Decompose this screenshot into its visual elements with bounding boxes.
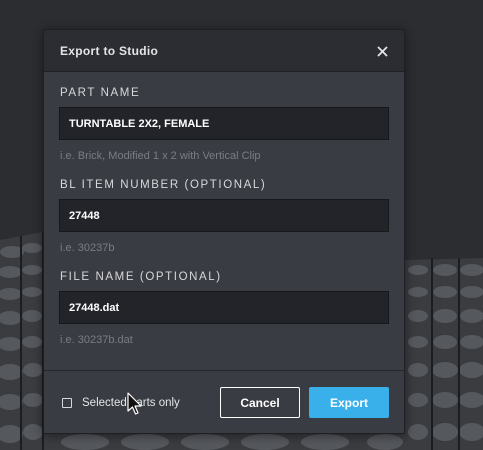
close-button[interactable] <box>372 41 392 61</box>
export-to-studio-dialog: Export to Studio PART NAME i.e. Brick, M… <box>43 29 405 434</box>
selected-parts-only-checkbox[interactable] <box>62 398 72 408</box>
dialog-header: Export to Studio <box>44 30 404 72</box>
dialog-title: Export to Studio <box>60 44 159 58</box>
bl-item-number-hint: i.e. 30237b <box>60 242 115 254</box>
part-name-label: PART NAME <box>60 87 141 99</box>
cancel-button[interactable]: Cancel <box>220 387 300 418</box>
dialog-footer: Selected parts only Cancel Export <box>44 370 404 435</box>
bl-item-number-input[interactable] <box>59 199 389 232</box>
file-name-input[interactable] <box>59 291 389 324</box>
file-name-hint: i.e. 30237b.dat <box>60 334 133 346</box>
close-icon <box>376 45 388 57</box>
file-name-label: FILE NAME (OPTIONAL) <box>60 271 222 283</box>
bl-item-number-label: BL ITEM NUMBER (OPTIONAL) <box>60 179 267 191</box>
part-name-hint: i.e. Brick, Modified 1 x 2 with Vertical… <box>60 150 261 162</box>
part-name-input[interactable] <box>59 107 389 140</box>
export-button[interactable]: Export <box>309 387 389 418</box>
mouse-cursor-icon <box>127 392 142 415</box>
selected-parts-only-toggle[interactable]: Selected parts only <box>62 397 180 409</box>
